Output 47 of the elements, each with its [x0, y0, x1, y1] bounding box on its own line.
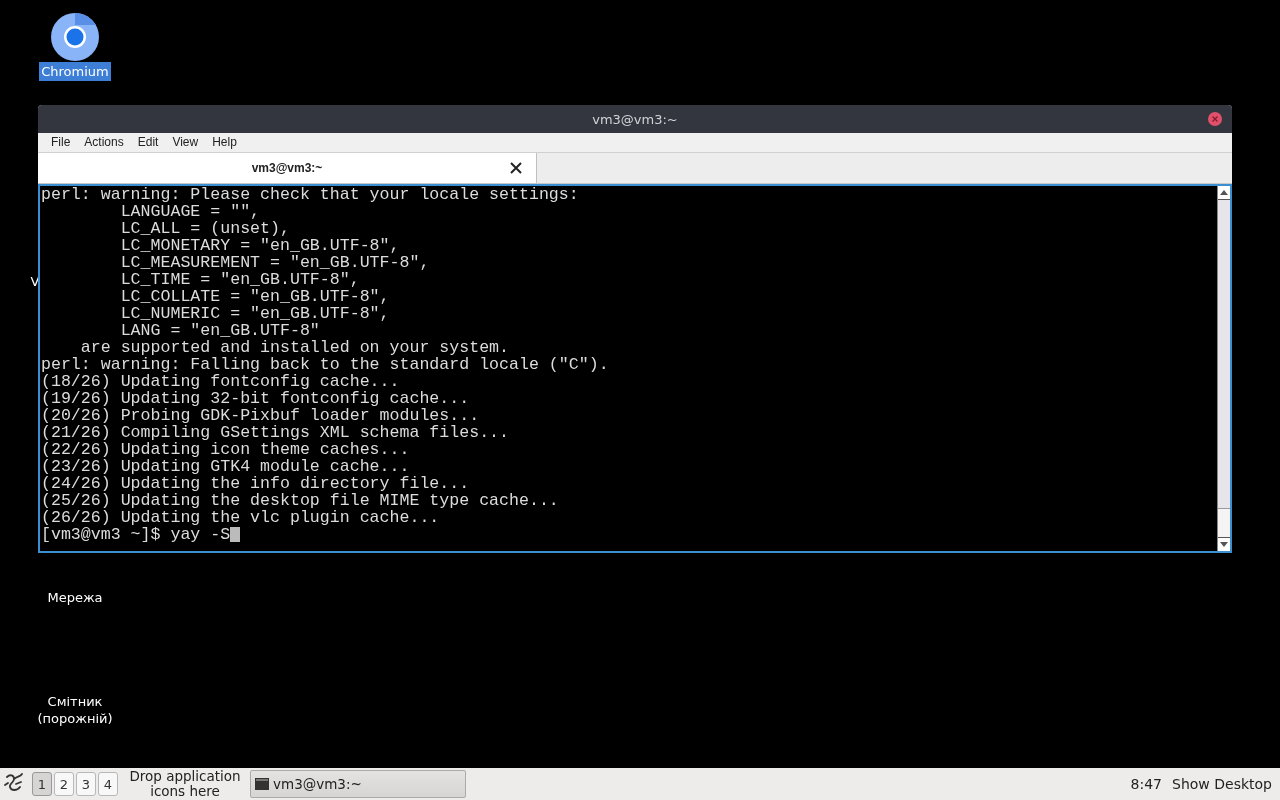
terminal-line: (19/26) Updating 32-bit fontconfig cache... — [41, 390, 471, 407]
text-cursor — [230, 527, 241, 542]
terminal-line: LC_COLLATE = "en_GB.UTF-8", — [119, 288, 391, 305]
terminal-line: (25/26) Updating the desktop file MIME type cache... — [41, 492, 560, 509]
scroll-up-icon[interactable] — [1220, 190, 1228, 195]
desktop-icon-label[interactable]: Мережа — [45, 588, 105, 607]
scrollbar-thumb[interactable] — [1218, 200, 1230, 509]
window-title: vm3@vm3:~ — [592, 111, 678, 127]
terminal-line: (21/26) Compiling GSettings XML schema files... — [41, 424, 511, 441]
workspace-button[interactable]: 4 — [98, 772, 118, 796]
show-desktop-button[interactable]: Show Desktop — [1172, 776, 1272, 792]
workspace-button[interactable]: 2 — [54, 772, 74, 796]
workspace-button[interactable]: 1 — [32, 772, 52, 796]
terminal-line: LC_ALL = (unset), — [119, 220, 291, 237]
terminal-line: LC_NUMERIC = "en_GB.UTF-8", — [119, 305, 391, 322]
terminal-line: LANG = "en_GB.UTF-8" — [119, 322, 321, 339]
terminal-tab[interactable]: vm3@vm3:~ — [38, 153, 537, 183]
terminal-line: (26/26) Updating the vlc plugin cache... — [41, 509, 441, 526]
terminal-icon — [255, 778, 269, 790]
desktop-icon-label[interactable]: Chromium — [39, 62, 111, 81]
terminal-line: LC_MEASUREMENT = "en_GB.UTF-8", — [119, 254, 431, 271]
desktop-icon-label[interactable]: Смітник (порожній) — [30, 692, 120, 728]
clock[interactable]: 8:47 — [1130, 776, 1163, 792]
scroll-down-icon[interactable] — [1220, 542, 1228, 547]
menu-item[interactable]: File — [44, 134, 78, 151]
terminal-line: perl: warning: Falling back to the standard locale ("C"). — [41, 356, 610, 373]
terminal-line: (20/26) Probing GDK-Pixbuf loader modules... — [41, 407, 481, 424]
bird-logo-icon[interactable] — [4, 771, 24, 793]
taskbar-window-button[interactable]: vm3@vm3:~ — [250, 770, 466, 798]
workspace-button[interactable]: 3 — [76, 772, 96, 796]
terminal-line: (18/26) Updating fontconfig cache... — [41, 373, 401, 390]
command-prompt: [vm3@vm3 ~]$ yay -S — [41, 526, 231, 543]
launcher-hint: Drop application icons here — [128, 769, 242, 799]
terminal-line: LC_MONETARY = "en_GB.UTF-8", — [119, 237, 401, 254]
terminal-line: LANGUAGE = "", — [119, 203, 262, 220]
terminal-line: LC_TIME = "en_GB.UTF-8", — [119, 271, 361, 288]
terminal-line: are supported and installed on your system. — [79, 339, 511, 356]
browser-icon[interactable] — [50, 12, 100, 62]
terminal-line: (23/26) Updating GTK4 module cache... — [41, 458, 411, 475]
terminal-line: perl: warning: Please check that your locale settings: — [41, 186, 580, 203]
menu-item[interactable]: Actions — [77, 134, 131, 151]
menu-item[interactable]: Help — [205, 134, 244, 151]
menu-item[interactable]: Edit — [130, 134, 166, 151]
terminal-line: (22/26) Updating icon theme caches... — [41, 441, 411, 458]
terminal-line: (24/26) Updating the info directory file... — [41, 475, 471, 492]
close-icon[interactable] — [510, 162, 522, 174]
menu-item[interactable]: View — [165, 134, 206, 151]
